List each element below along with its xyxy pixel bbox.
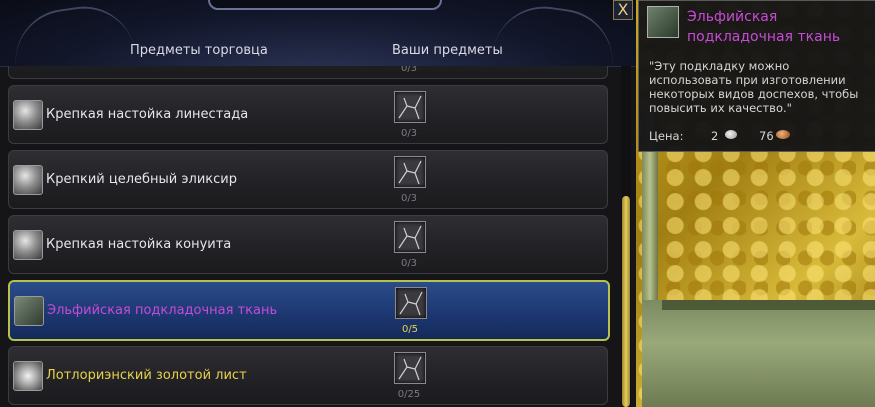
item-count: 0/25 xyxy=(397,389,421,400)
header-top-bar xyxy=(208,0,442,10)
list-item[interactable]: Крепкая настойка конуита 0/3 xyxy=(8,215,608,274)
slot-icon[interactable] xyxy=(394,221,426,253)
silver-value: 2 xyxy=(711,129,719,143)
vendor-panel: X Предметы торговца Ваши предметы 0/3 Кр… xyxy=(0,0,636,407)
slot-icon[interactable] xyxy=(395,287,427,319)
header-ornament-left xyxy=(8,0,136,69)
tooltip-price: Цена: 2 76 xyxy=(649,129,871,143)
silver-coin-icon xyxy=(725,130,737,139)
list-item[interactable]: Крепкий целебный эликсир 0/3 xyxy=(8,150,608,209)
tooltip-description: "Эту подкладку можно использовать при из… xyxy=(649,59,859,115)
slot-icon[interactable] xyxy=(394,91,426,123)
item-count: 0/3 xyxy=(400,128,418,139)
price-label: Цена: xyxy=(649,129,684,143)
column-header-your-items: Ваши предметы xyxy=(392,43,503,58)
copper-coin-icon xyxy=(776,130,790,139)
cloth-icon xyxy=(14,296,44,326)
panel-header: X Предметы торговца Ваши предметы xyxy=(0,0,636,69)
item-name: Крепкий целебный эликсир xyxy=(46,172,237,187)
copper-value: 76 xyxy=(759,129,774,143)
scrollbar-thumb[interactable] xyxy=(622,196,630,407)
item-count: 0/5 xyxy=(401,324,419,335)
slot-icon[interactable] xyxy=(394,156,426,188)
list-item[interactable]: Крепкая настойка линестада 0/3 xyxy=(8,85,608,144)
item-name: Крепкая настойка линестада xyxy=(46,107,249,122)
item-name: Крепкая настойка конуита xyxy=(46,237,232,252)
potion-icon xyxy=(13,230,43,260)
item-count: 0/3 xyxy=(400,193,418,204)
cloth-icon xyxy=(647,6,679,38)
list-item-selected[interactable]: Эльфийская подкладочная ткань 0/5 xyxy=(8,280,610,341)
potion-icon xyxy=(13,165,43,195)
tooltip-title: Эльфийская подкладочная ткань xyxy=(687,9,841,45)
item-name: Лотлориэнский золотой лист xyxy=(46,368,247,383)
item-name: Эльфийская подкладочная ткань xyxy=(47,303,278,318)
potion-icon xyxy=(13,100,43,130)
column-header-vendor-items: Предметы торговца xyxy=(130,43,268,58)
item-count: 0/3 xyxy=(400,66,418,74)
close-button[interactable]: X xyxy=(613,0,633,20)
header-ornament-right xyxy=(492,0,620,69)
list-item[interactable]: 0/3 xyxy=(8,66,608,79)
item-count: 0/3 xyxy=(400,258,418,269)
slot-icon[interactable] xyxy=(394,352,426,384)
vendor-item-list: 0/3 Крепкая настойка линестада 0/3 Крепк… xyxy=(0,66,620,407)
list-item[interactable]: Лотлориэнский золотой лист 0/25 xyxy=(8,346,608,405)
world-ledge xyxy=(642,300,875,407)
leaf-icon xyxy=(13,361,43,391)
item-tooltip: Эльфийская подкладочная ткань "Эту подкл… xyxy=(638,0,875,152)
